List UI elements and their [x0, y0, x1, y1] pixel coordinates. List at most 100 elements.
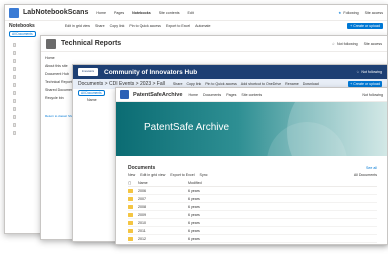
file-row-icon[interactable] — [13, 57, 33, 65]
banner-title: PatentSafe Archive — [144, 122, 230, 133]
cmd-sync[interactable]: Sync — [200, 173, 208, 177]
site-logo-icon[interactable] — [120, 90, 129, 99]
nav-home[interactable]: Home — [96, 11, 106, 15]
site-title[interactable]: Technical Reports — [61, 40, 121, 47]
col-modified[interactable]: Modified — [188, 181, 202, 185]
folder-icon — [128, 220, 133, 225]
table-row[interactable]: 2006 6 years — [128, 187, 377, 195]
table-row[interactable]: 2010 6 years — [128, 219, 377, 227]
file-icon — [13, 99, 16, 103]
site-header: Technical Reports ☆ Not following Site a… — [41, 36, 387, 52]
file-icon — [13, 131, 16, 135]
cmd-edit-grid[interactable]: Edit in grid view — [65, 24, 90, 28]
create-upload-button[interactable]: + Create or upload — [347, 22, 383, 29]
row-name[interactable]: 2007 — [138, 197, 188, 201]
command-bar: Notebooks Edit in grid view Share Copy l… — [5, 21, 387, 30]
row-name[interactable]: 2008 — [138, 205, 188, 209]
nav-site-contents[interactable]: Site contents — [241, 93, 262, 97]
breadcrumb[interactable]: Documents > CDI Events > 2023 > Fall — [78, 81, 165, 87]
row-name[interactable]: 2006 — [138, 189, 188, 193]
file-icon — [13, 67, 16, 71]
row-modified: 6 years — [188, 236, 200, 241]
file-row-icon[interactable] — [13, 129, 33, 137]
nav-edit[interactable]: Edit — [188, 11, 194, 15]
site-title[interactable]: Community of Innovators Hub — [104, 69, 197, 76]
cmd-share[interactable]: Share — [173, 82, 183, 86]
row-name[interactable]: 2010 — [138, 221, 188, 225]
col-name[interactable]: Name — [87, 98, 97, 102]
file-row-icon[interactable] — [13, 89, 33, 97]
following-label[interactable]: Following — [343, 11, 358, 15]
table-row[interactable]: 2012 6 years — [128, 235, 377, 243]
following-label[interactable]: Not following — [362, 93, 383, 97]
folder-icon — [128, 196, 133, 201]
file-row-icon[interactable] — [13, 41, 33, 49]
file-row-icon[interactable] — [13, 105, 33, 113]
file-row-icon[interactable] — [13, 49, 33, 57]
nav-site-contents[interactable]: Site contents — [159, 11, 180, 15]
cmd-pin[interactable]: Pin to Quick access — [129, 24, 161, 28]
follow-label[interactable]: Not following — [361, 70, 382, 74]
folder-icon — [128, 212, 133, 217]
file-icon — [13, 107, 16, 111]
star-icon[interactable]: ☆ — [332, 42, 335, 46]
row-name[interactable]: 2011 — [138, 229, 188, 233]
table-row[interactable]: 2008 6 years — [128, 203, 377, 211]
site-access-link[interactable]: Site access — [365, 11, 383, 15]
nav-pages[interactable]: Pages — [226, 93, 236, 97]
nav-item-home[interactable]: Home — [45, 56, 85, 64]
file-row-icon[interactable] — [13, 113, 33, 121]
file-row-icon[interactable] — [13, 73, 33, 81]
window-patentsafe-archive: PatentSafeArchive Home Documents Pages S… — [115, 87, 388, 245]
section-title: Documents — [128, 164, 156, 171]
table-row[interactable]: 2011 6 years — [128, 227, 377, 235]
cmd-edit-grid[interactable]: Edit in grid view — [140, 173, 165, 177]
cmd-rename[interactable]: Rename — [285, 82, 299, 86]
view-selector[interactable]: All Documents — [354, 173, 377, 177]
cmd-copy-link[interactable]: Copy link — [110, 24, 125, 28]
cmd-share[interactable]: Share — [95, 24, 105, 28]
site-logo-icon[interactable] — [46, 38, 56, 49]
nav-notebooks[interactable]: Notebooks — [132, 11, 151, 15]
all-documents-button[interactable]: All Documents — [9, 30, 36, 37]
file-row-icon[interactable] — [13, 81, 33, 89]
see-all-link[interactable]: See all — [366, 166, 377, 170]
left-label: Notebooks — [9, 22, 35, 29]
cmd-export[interactable]: Export to Excel — [170, 173, 194, 177]
site-title[interactable]: LabNotebookScans — [23, 9, 88, 16]
cmd-export[interactable]: Export to Excel — [166, 24, 190, 28]
file-row-icon[interactable] — [13, 65, 33, 73]
col-name[interactable]: Name — [138, 181, 188, 185]
document-rows: 2006 6 years 2007 6 years 2008 6 years 2009 6 y… — [128, 187, 377, 243]
all-documents-button[interactable]: All Documents — [78, 90, 105, 96]
site-title[interactable]: PatentSafeArchive — [133, 92, 182, 98]
file-row-icon[interactable] — [13, 121, 33, 129]
hub-logo[interactable]: Innovators — [78, 68, 98, 76]
folder-icon — [128, 228, 133, 233]
table-row[interactable]: 2007 6 years — [128, 195, 377, 203]
nav-documents[interactable]: Documents — [203, 93, 221, 97]
file-row-icon[interactable] — [13, 97, 33, 105]
file-icon — [13, 43, 16, 47]
file-type-icon: ▢ — [128, 180, 132, 185]
row-name[interactable]: 2012 — [138, 237, 188, 241]
site-access-link[interactable]: Site access — [364, 42, 382, 46]
follow-label[interactable]: Not following — [337, 42, 358, 46]
star-icon[interactable]: ★ — [338, 11, 341, 15]
cmd-download[interactable]: Download — [303, 82, 319, 86]
cmd-new[interactable]: New — [128, 173, 135, 177]
cmd-copy-link[interactable]: Copy link — [186, 82, 201, 86]
star-icon[interactable]: ☆ — [356, 70, 359, 74]
cmd-pin[interactable]: Pin to Quick access — [205, 82, 237, 86]
file-icon — [13, 91, 16, 95]
row-name[interactable]: 2009 — [138, 213, 188, 217]
table-row[interactable]: 2009 6 years — [128, 211, 377, 219]
site-logo-icon[interactable] — [9, 7, 19, 18]
nav-home[interactable]: Home — [188, 93, 198, 97]
cmd-add-shortcut[interactable]: Add shortcut to OneDrive — [241, 82, 281, 86]
hero-banner: PatentSafe Archive — [116, 102, 387, 156]
file-icon — [13, 115, 16, 119]
folder-icon — [128, 204, 133, 209]
cmd-automate[interactable]: Automate — [195, 24, 210, 28]
nav-pages[interactable]: Pages — [114, 11, 124, 15]
